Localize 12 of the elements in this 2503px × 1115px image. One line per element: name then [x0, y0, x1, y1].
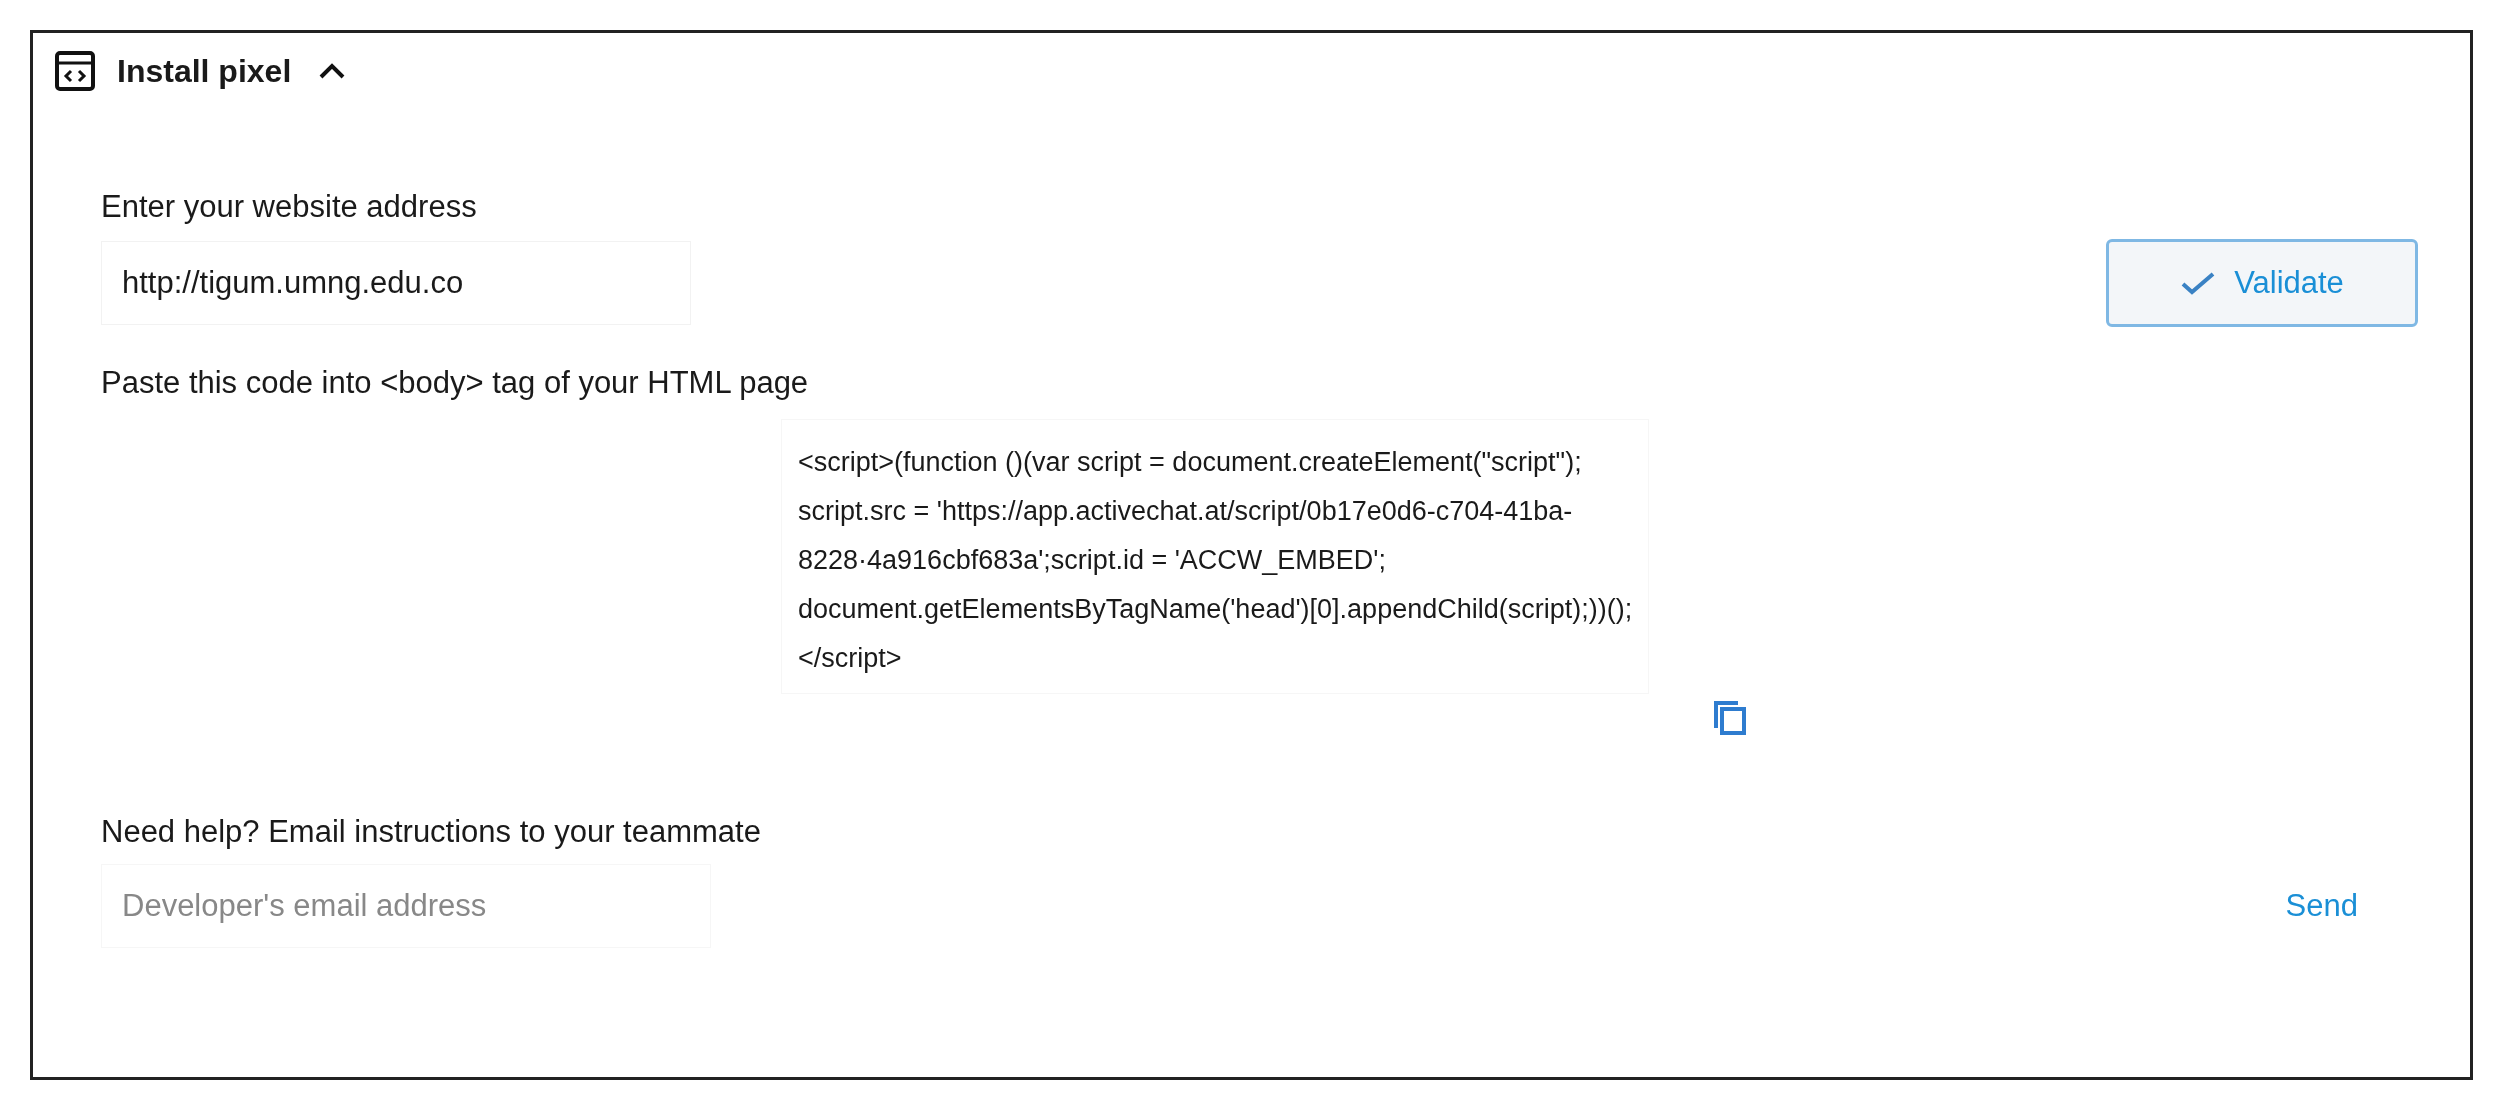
- check-icon: [2180, 270, 2217, 296]
- code-snippet: <script>(function ()(var script = document.createElement("script"); script.src = 'https://app.activechat.at/script/0b17e0d6-c704-41ba- 8228·4a916cbf683a';script.id = 'ACCW_EMBED'; document.getElementsByTagName('head')[0].appendChild(script);))(); </script>: [781, 419, 1650, 694]
- help-label: Need help? Email instructions to your teammate: [101, 814, 761, 850]
- validate-button[interactable]: Validate: [2106, 239, 2418, 327]
- section-label: Paste this code into <body> tag of your HTML page: [101, 365, 809, 401]
- copy-icon[interactable]: [1713, 700, 1747, 736]
- website-input[interactable]: http://tigum.umng.edu.co: [101, 241, 691, 325]
- code-window-icon: [55, 51, 95, 91]
- panel-title: Install pixel: [117, 52, 292, 90]
- send-button[interactable]: Send: [2285, 888, 2358, 924]
- email-input[interactable]: Developer's email address: [101, 864, 711, 948]
- field-label: Enter your website address: [101, 189, 477, 225]
